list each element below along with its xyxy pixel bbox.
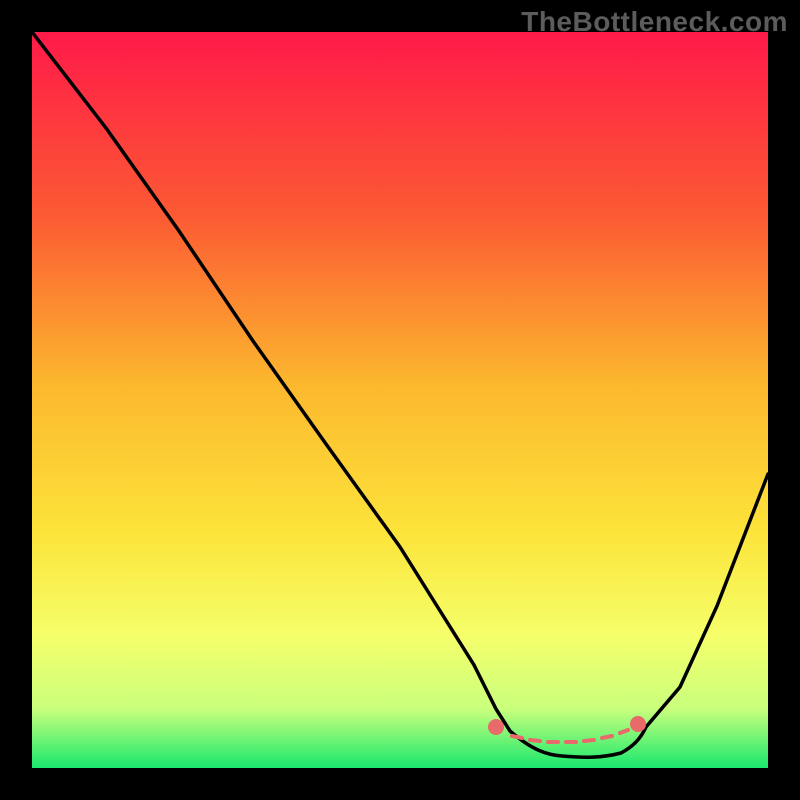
chart-background-gradient <box>32 32 768 768</box>
chart-frame: TheBottleneck.com <box>0 0 800 800</box>
watermark-text: TheBottleneck.com <box>521 6 788 38</box>
chart-plot <box>32 32 768 768</box>
